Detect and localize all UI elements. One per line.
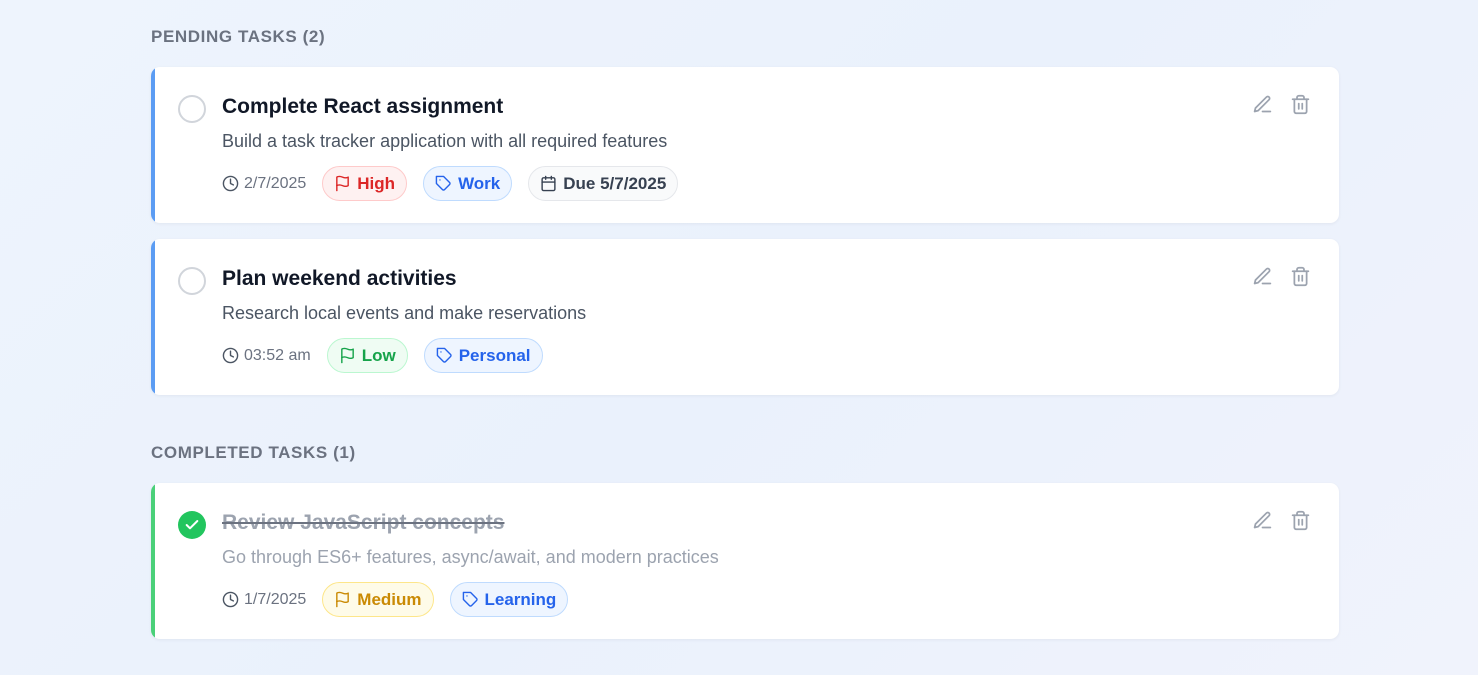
- edit-button[interactable]: [1251, 265, 1273, 287]
- priority-label: Low: [361, 345, 396, 365]
- edit-icon: [1252, 510, 1273, 531]
- category-badge: Work: [423, 166, 513, 201]
- task-time-text: 2/7/2025: [244, 174, 307, 192]
- calendar-icon: [540, 175, 557, 192]
- edit-button[interactable]: [1251, 93, 1273, 115]
- edit-icon: [1252, 94, 1273, 115]
- priority-badge: High: [322, 166, 408, 201]
- task-description: Research local events and make reservati…: [222, 303, 587, 323]
- task-meta: 2/7/2025 High Work Due 5/7/2025: [222, 166, 679, 201]
- task-time-text: 03:52 am: [244, 346, 311, 364]
- clock-icon: [222, 591, 239, 608]
- trash-icon: [1290, 266, 1311, 287]
- due-date-label: Due 5/7/2025: [563, 173, 667, 193]
- priority-badge: Low: [326, 338, 408, 373]
- delete-button[interactable]: [1289, 509, 1311, 531]
- tag-icon: [435, 175, 452, 192]
- tag-icon: [436, 347, 453, 364]
- delete-button[interactable]: [1289, 265, 1311, 287]
- task-card: Review JavaScript concepts Go through ES…: [151, 483, 1339, 639]
- tag-icon: [462, 591, 479, 608]
- clock-icon: [222, 175, 239, 192]
- task-description: Build a task tracker application with al…: [222, 131, 668, 151]
- flag-icon: [334, 175, 351, 192]
- check-icon: [184, 517, 200, 533]
- edit-button[interactable]: [1251, 509, 1273, 531]
- priority-label: Medium: [357, 589, 422, 609]
- category-label: Work: [458, 173, 501, 193]
- edit-icon: [1252, 266, 1273, 287]
- task-created-time: 03:52 am: [222, 347, 311, 365]
- task-card: Complete React assignment Build a task t…: [151, 67, 1339, 223]
- task-meta: 03:52 am Low Personal: [222, 338, 543, 373]
- clock-icon: [222, 347, 239, 364]
- priority-badge: Medium: [322, 582, 434, 617]
- task-actions: [1251, 93, 1311, 115]
- task-time-text: 1/7/2025: [244, 590, 307, 608]
- task-actions: [1251, 509, 1311, 531]
- trash-icon: [1290, 510, 1311, 531]
- task-actions: [1251, 265, 1311, 287]
- task-complete-checkbox[interactable]: [178, 511, 206, 539]
- completed-section-title: COMPLETED TASKS (1): [151, 443, 356, 462]
- category-badge: Learning: [449, 582, 569, 617]
- flag-icon: [339, 347, 356, 364]
- task-card: Plan weekend activities Research local e…: [151, 239, 1339, 395]
- task-description: Go through ES6+ features, async/await, a…: [222, 547, 719, 567]
- task-created-time: 1/7/2025: [222, 591, 306, 609]
- task-complete-checkbox[interactable]: [178, 95, 206, 123]
- pending-section-title: PENDING TASKS (2): [151, 27, 326, 46]
- flag-icon: [334, 591, 351, 608]
- task-title: Plan weekend activities: [222, 267, 457, 290]
- task-title: Complete React assignment: [222, 95, 504, 118]
- category-label: Personal: [458, 345, 531, 365]
- task-complete-checkbox[interactable]: [178, 267, 206, 295]
- category-label: Learning: [484, 589, 557, 609]
- task-title: Review JavaScript concepts: [222, 511, 505, 534]
- due-date-badge: Due 5/7/2025: [528, 166, 679, 201]
- trash-icon: [1290, 94, 1311, 115]
- task-meta: 1/7/2025 Medium Learning: [222, 582, 569, 617]
- priority-label: High: [357, 173, 396, 193]
- task-created-time: 2/7/2025: [222, 175, 306, 193]
- delete-button[interactable]: [1289, 93, 1311, 115]
- category-badge: Personal: [423, 338, 543, 373]
